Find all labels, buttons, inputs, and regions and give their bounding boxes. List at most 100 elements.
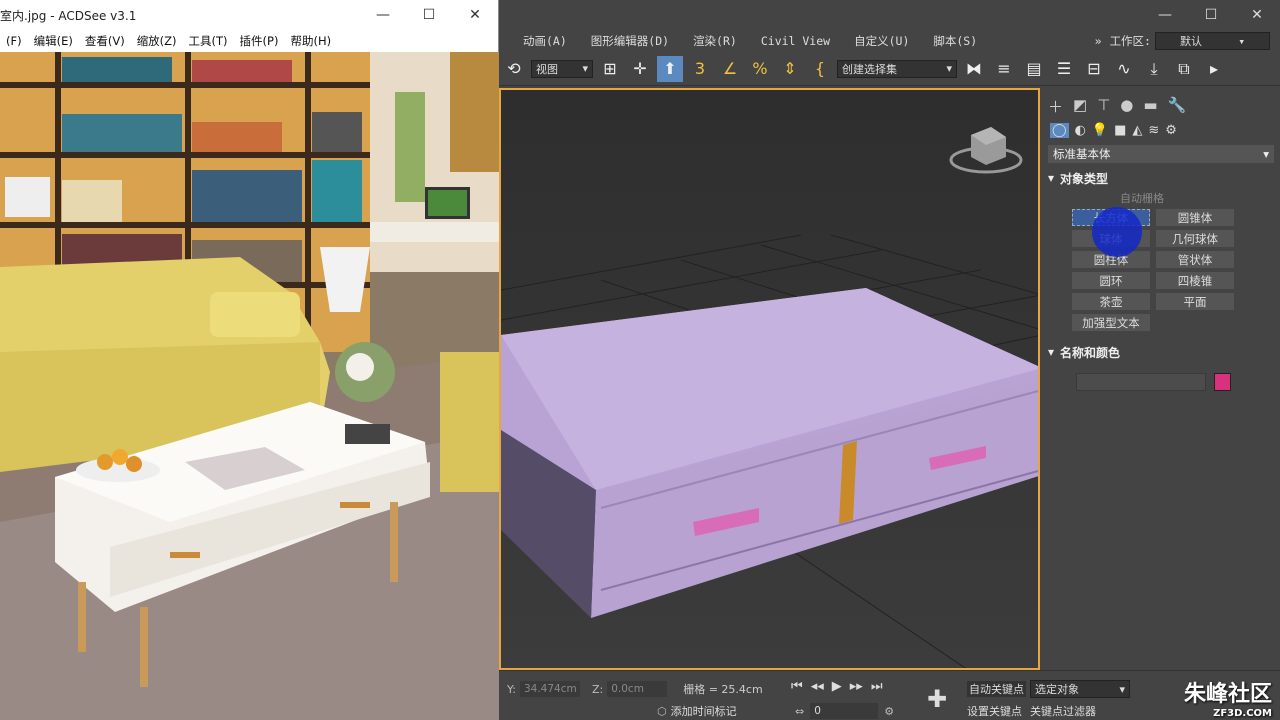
menu-civil-view[interactable]: Civil View xyxy=(749,34,842,48)
mirror-icon[interactable]: ⧓ xyxy=(961,56,987,82)
geosphere-button[interactable]: 几何球体 xyxy=(1156,230,1234,247)
maximize-button[interactable]: ☐ xyxy=(406,0,452,30)
key-filters-button[interactable]: 关键点过滤器 xyxy=(1030,703,1096,719)
object-color-swatch[interactable] xyxy=(1214,373,1231,391)
maximize-button[interactable]: ☐ xyxy=(1188,0,1234,30)
chevron-down-icon: ▾ xyxy=(1119,682,1125,696)
menu-rendering[interactable]: 渲染(R) xyxy=(681,33,749,49)
curve-editor-icon[interactable]: ∿ xyxy=(1111,56,1137,82)
menu-graph-editors[interactable]: 图形编辑器(D) xyxy=(579,33,681,49)
menu-customize[interactable]: 自定义(U) xyxy=(842,33,921,49)
menu-zoom[interactable]: 缩放(Z) xyxy=(131,33,183,49)
utilities-tab-icon[interactable]: 🔧 xyxy=(1168,96,1187,117)
pivot-icon[interactable]: ⊞ xyxy=(597,56,623,82)
frame-field[interactable]: 0 xyxy=(810,703,879,719)
move-icon[interactable]: ✛ xyxy=(627,56,653,82)
perspective-viewport[interactable] xyxy=(499,88,1040,670)
cone-button[interactable]: 圆锥体 xyxy=(1156,209,1234,226)
spacewarps-icon[interactable]: ≋ xyxy=(1148,123,1159,138)
edit-named-sel-icon[interactable]: { xyxy=(807,56,833,82)
play-icon[interactable]: ▶ xyxy=(832,679,842,694)
helpers-icon[interactable]: ◭ xyxy=(1132,123,1142,138)
selected-dropdown[interactable]: 选定对象 ▾ xyxy=(1030,680,1130,698)
snap-3-icon[interactable]: 3 xyxy=(687,56,713,82)
motion-tab-icon[interactable]: ● xyxy=(1120,96,1133,117)
render-setup-icon[interactable]: ⤓ xyxy=(1141,56,1167,82)
chevron-down-icon: ▾ xyxy=(1263,147,1269,161)
menu-scripting[interactable]: 脚本(S) xyxy=(921,33,989,49)
percent-snap-icon[interactable]: % xyxy=(747,56,773,82)
pyramid-button[interactable]: 四棱锥 xyxy=(1156,272,1234,289)
chevron-right-icon[interactable]: » xyxy=(1091,34,1106,48)
key-mode-icon[interactable]: ⇔ xyxy=(795,705,804,718)
object-name-input[interactable] xyxy=(1076,373,1206,391)
hierarchy-tab-icon[interactable]: ⊤ xyxy=(1097,96,1110,117)
minimize-button[interactable]: — xyxy=(360,0,406,30)
create-subtabs: ◯ ◐ 💡 ■ ◭ ≋ ⚙ xyxy=(1042,121,1280,140)
time-config-icon[interactable]: ⚙ xyxy=(884,705,894,718)
autogrid-checkbox[interactable]: 自动栅格 xyxy=(1120,190,1280,206)
view-dropdown[interactable]: 视图 ▾ xyxy=(531,59,593,78)
geometry-icon[interactable]: ◯ xyxy=(1050,123,1069,138)
menu-animation[interactable]: 动画(A) xyxy=(499,33,579,49)
manipulate-icon[interactable]: ⬆ xyxy=(657,55,683,82)
layer-explorer-icon[interactable]: ▤ xyxy=(1021,56,1047,82)
render-icon[interactable]: ▸ xyxy=(1201,56,1227,82)
create-tab-icon[interactable]: ＋ xyxy=(1048,96,1063,117)
next-frame-icon[interactable]: ▸▸ xyxy=(850,679,863,694)
watermark-sub: ZF3D.COM xyxy=(1213,708,1272,719)
go-end-icon[interactable]: ⏭ xyxy=(871,679,883,694)
grid-size: 栅格 = 25.4cm xyxy=(683,683,763,696)
spinner-snap-icon[interactable]: ⇕ xyxy=(777,56,803,82)
close-button[interactable]: ✕ xyxy=(452,0,498,30)
menu-view[interactable]: 查看(V) xyxy=(79,33,131,49)
modify-tab-icon[interactable]: ◩ xyxy=(1073,96,1087,117)
set-key-button[interactable]: 设置关键点 xyxy=(967,703,1022,719)
max-titlebar: — ☐ ✕ xyxy=(499,0,1280,30)
y-label: Y: xyxy=(507,682,516,696)
tube-button[interactable]: 管状体 xyxy=(1156,251,1234,268)
collapse-icon: ▾ xyxy=(1048,345,1055,359)
add-time-tag[interactable]: 添加时间标记 xyxy=(671,703,737,719)
align-icon[interactable]: ≡ xyxy=(991,56,1017,82)
y-coord-field[interactable]: 34.474cm xyxy=(519,681,580,697)
cameras-icon[interactable]: ■ xyxy=(1114,123,1126,138)
set-key-icon[interactable]: ✚ xyxy=(927,685,947,713)
close-button[interactable]: ✕ xyxy=(1234,0,1280,30)
menu-plugins[interactable]: 插件(P) xyxy=(234,33,285,49)
cursor-highlight xyxy=(1092,207,1142,257)
workspace-value: 默认 xyxy=(1180,35,1202,48)
shapes-icon[interactable]: ◐ xyxy=(1075,123,1086,138)
prev-frame-icon[interactable]: ◂◂ xyxy=(811,679,824,694)
workspace-dropdown[interactable]: 默认 ▾ xyxy=(1155,32,1270,50)
category-dropdown[interactable]: 标准基本体 ▾ xyxy=(1048,145,1274,163)
textplus-button[interactable]: 加强型文本 xyxy=(1072,314,1150,331)
angle-snap-icon[interactable]: ∠ xyxy=(717,56,743,82)
selection-set-dropdown[interactable]: 创建选择集 ▾ xyxy=(837,59,957,78)
auto-key-button[interactable]: 自动关键点 xyxy=(967,681,1026,697)
menu-tools[interactable]: 工具(T) xyxy=(183,33,234,49)
ref-coord-icon[interactable]: ⟲ xyxy=(501,56,527,82)
display-tab-icon[interactable]: ▬ xyxy=(1143,96,1157,117)
plane-button[interactable]: 平面 xyxy=(1156,293,1234,310)
menu-help[interactable]: 帮助(H) xyxy=(284,33,337,49)
teapot-button[interactable]: 茶壶 xyxy=(1072,293,1150,310)
render-frame-icon[interactable]: ⧉ xyxy=(1171,56,1197,82)
object-type-label: 对象类型 xyxy=(1060,171,1109,186)
z-coord-field[interactable]: 0.0cm xyxy=(607,681,668,697)
menu-edit[interactable]: 编辑(E) xyxy=(28,33,79,49)
name-color-rollout[interactable]: ▾ 名称和颜色 xyxy=(1048,343,1274,361)
minimize-button[interactable]: — xyxy=(1142,0,1188,30)
command-tabs: ＋ ◩ ⊤ ● ▬ 🔧 xyxy=(1042,88,1280,121)
lights-icon[interactable]: 💡 xyxy=(1092,123,1108,138)
torus-button[interactable]: 圆环 xyxy=(1072,272,1150,289)
layers-icon[interactable]: ☰ xyxy=(1051,56,1077,82)
systems-icon[interactable]: ⚙ xyxy=(1165,123,1177,138)
object-type-rollout[interactable]: ▾ 对象类型 xyxy=(1048,169,1274,187)
acdsee-titlebar: 室内.jpg - ACDSee v3.1 — ☐ ✕ xyxy=(0,0,498,30)
go-start-icon[interactable]: ⏮ xyxy=(791,679,803,694)
name-color-row xyxy=(1076,373,1280,391)
chevron-down-icon: ▾ xyxy=(946,62,952,75)
schematic-icon[interactable]: ⊟ xyxy=(1081,56,1107,82)
menu-file[interactable]: (F) xyxy=(0,34,28,48)
